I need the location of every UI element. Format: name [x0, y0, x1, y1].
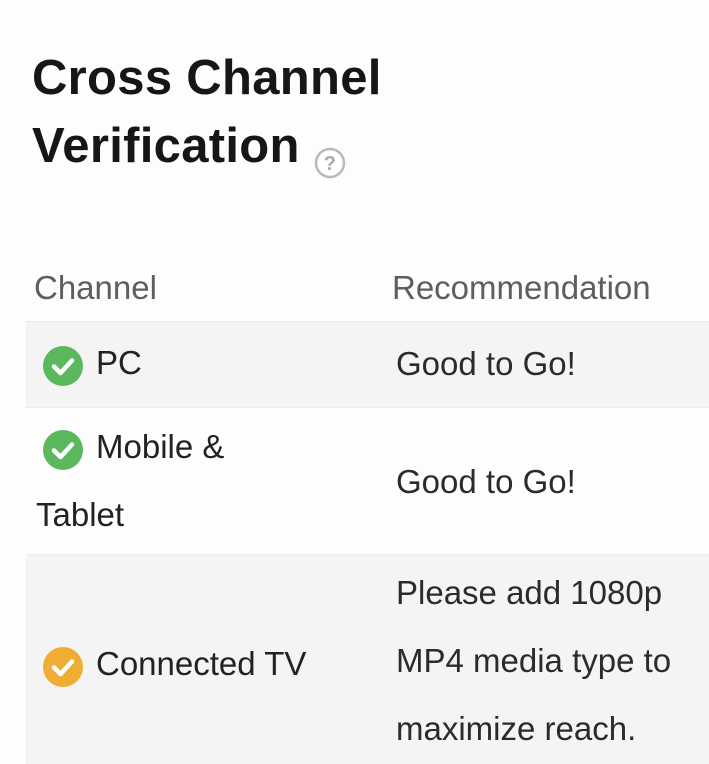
check-circle-warning-icon	[42, 642, 84, 688]
title-line-1: Cross Channel	[32, 51, 382, 105]
column-header-recommendation: Recommendation	[392, 269, 651, 306]
channel-label-line-1: Mobile &	[96, 428, 225, 465]
channel-label-line-2: Tablet	[36, 496, 125, 533]
channel-cell: Mobile & Tablet	[36, 412, 225, 550]
recommendation-line-1: Please add 1080p	[396, 574, 663, 611]
table-row: PC Good to Go!	[26, 321, 709, 407]
channel-cell: Connected TV	[42, 629, 306, 699]
recommendation-line-3: maximize reach.	[396, 710, 637, 747]
check-circle-icon	[42, 425, 84, 471]
channel-cell: PC	[42, 328, 142, 398]
recommendation-cell: Good to Go!	[396, 345, 576, 382]
cross-channel-verification-panel: Cross Channel Verification? Channel Reco…	[0, 0, 709, 764]
recommendation-line-2: MP4 media type to	[396, 642, 672, 679]
channel-label: Connected TV	[96, 645, 307, 682]
title-line-2-text: Verification	[32, 119, 300, 173]
check-circle-icon	[42, 341, 84, 387]
title-line-2: Verification?	[32, 112, 672, 180]
svg-text:?: ?	[323, 153, 336, 175]
page-title: Cross Channel Verification?	[32, 44, 672, 180]
table-row: Mobile & Tablet Good to Go!	[26, 407, 709, 554]
column-header-channel: Channel	[34, 269, 157, 306]
question-circle-icon[interactable]: ?	[314, 129, 346, 179]
table-row: Connected TV Please add 1080p MP4 media …	[26, 554, 709, 764]
table-header: Channel Recommendation	[26, 255, 709, 321]
channel-label: PC	[96, 344, 142, 381]
verification-table: Channel Recommendation PC Good to Go! Mo…	[26, 255, 709, 764]
recommendation-cell: Good to Go!	[396, 463, 576, 500]
recommendation-cell: Please add 1080p MP4 media type to maxim…	[396, 559, 709, 763]
